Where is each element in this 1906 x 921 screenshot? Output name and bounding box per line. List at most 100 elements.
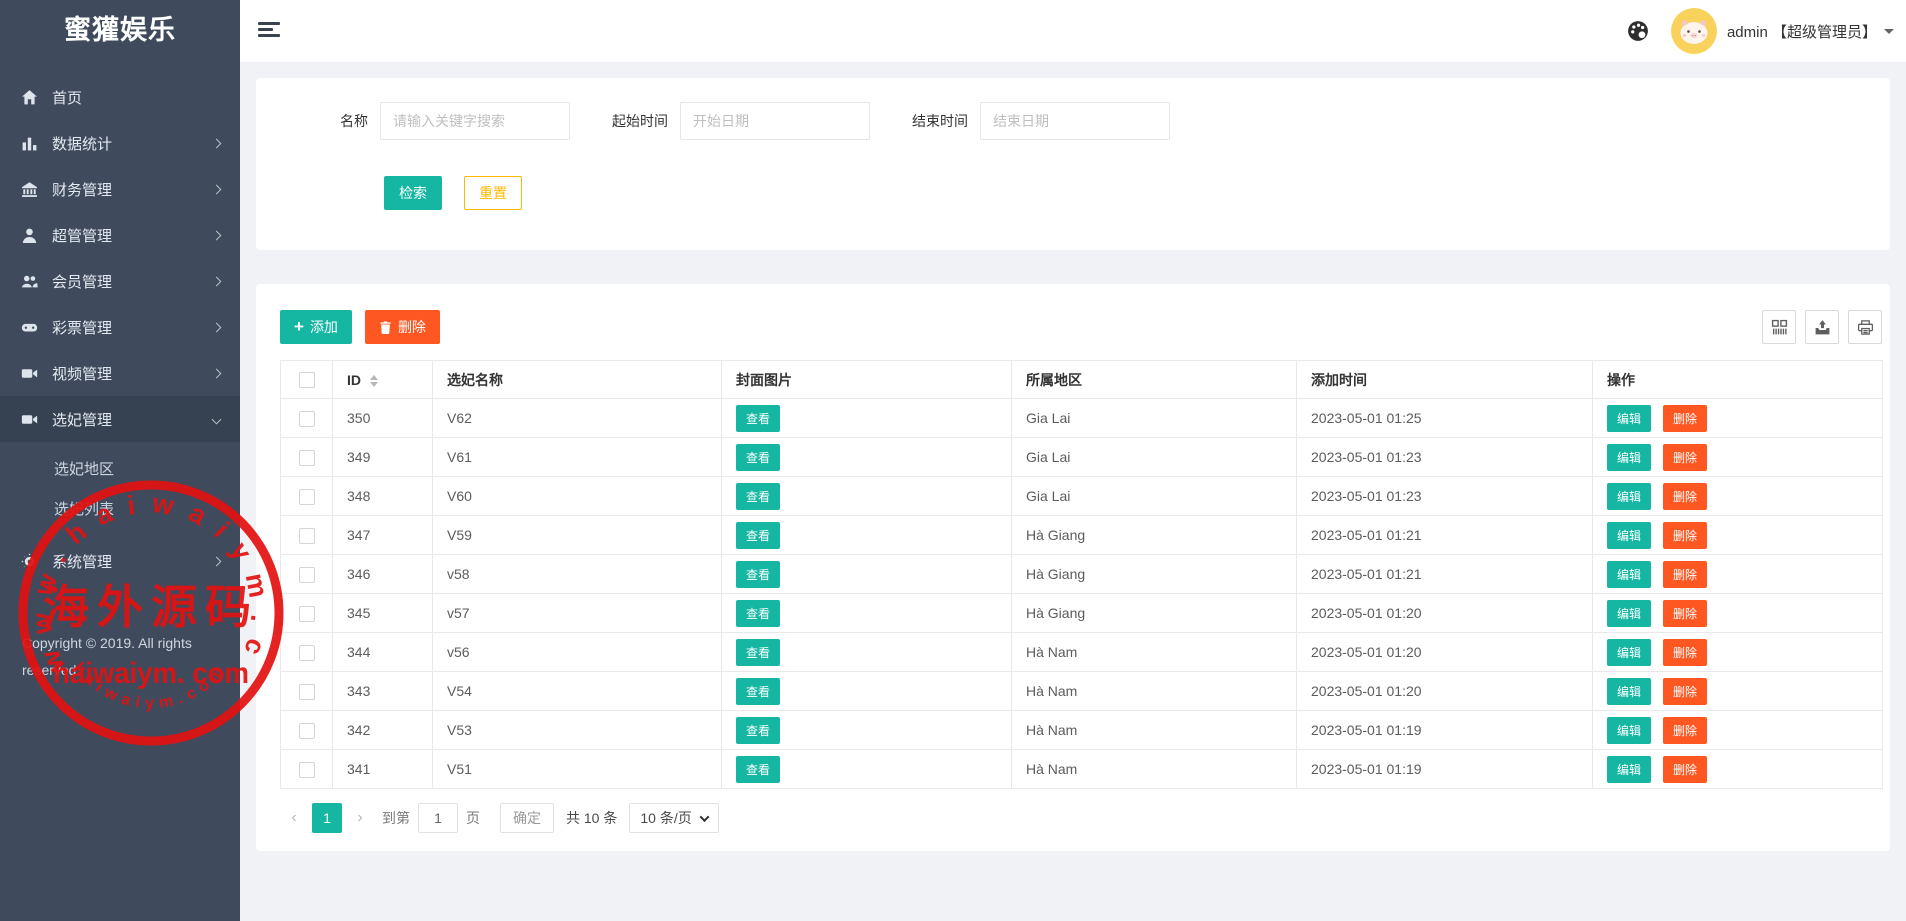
search-button[interactable]: 检索 (384, 176, 442, 210)
edit-button[interactable]: 编辑 (1607, 444, 1651, 471)
row-checkbox[interactable] (299, 489, 315, 505)
delete-button[interactable]: 删除 (1663, 561, 1707, 588)
view-button[interactable]: 查看 (736, 639, 780, 666)
edit-button[interactable]: 编辑 (1607, 561, 1651, 588)
users-icon (20, 272, 38, 290)
delete-button[interactable]: 删除 (1663, 756, 1707, 783)
column-header-id: ID (347, 372, 361, 388)
xuanfei-submenu: 选妃地区 选妃列表 (0, 442, 240, 538)
user-icon (20, 226, 38, 244)
hamburger-menu-icon[interactable] (258, 22, 282, 40)
table-row: 348 V60 查看 Gia Lai 2023-05-01 01:23 编辑删除 (281, 477, 1883, 516)
sidebar-item-home[interactable]: 首页 (0, 74, 240, 120)
print-button[interactable] (1848, 310, 1882, 344)
row-checkbox[interactable] (299, 645, 315, 661)
delete-button[interactable]: 删除 (1663, 717, 1707, 744)
chevron-right-icon (212, 368, 222, 378)
delete-button[interactable]: 删除 (1663, 678, 1707, 705)
view-button[interactable]: 查看 (736, 561, 780, 588)
sidebar-item-system[interactable]: 系统管理 (0, 538, 240, 584)
table-row: 349 V61 查看 Gia Lai 2023-05-01 01:23 编辑删除 (281, 438, 1883, 477)
view-button[interactable]: 查看 (736, 483, 780, 510)
row-checkbox[interactable] (299, 411, 315, 427)
export-button[interactable] (1805, 310, 1839, 344)
edit-button[interactable]: 编辑 (1607, 678, 1651, 705)
copyright: Copyright © 2019. All rights reserved. (0, 630, 240, 684)
edit-button[interactable]: 编辑 (1607, 717, 1651, 744)
end-date-input[interactable] (980, 102, 1170, 140)
plus-icon: + (294, 317, 304, 337)
reset-button[interactable]: 重置 (464, 176, 522, 210)
row-checkbox[interactable] (299, 528, 315, 544)
delete-button[interactable]: 删除 (1663, 444, 1707, 471)
row-checkbox[interactable] (299, 762, 315, 778)
view-button[interactable]: 查看 (736, 678, 780, 705)
table-row: 342 V53 查看 Hà Nam 2023-05-01 01:19 编辑删除 (281, 711, 1883, 750)
chevron-right-icon (212, 276, 222, 286)
delete-button[interactable]: 删除 (1663, 483, 1707, 510)
sidebar-item-superadmin[interactable]: 超管管理 (0, 212, 240, 258)
table-row: 344 v56 查看 Hà Nam 2023-05-01 01:20 编辑删除 (281, 633, 1883, 672)
top-header: admin 【超级管理员】 (240, 0, 1906, 62)
sidebar-subitem-region[interactable]: 选妃地区 (0, 450, 240, 490)
start-date-input[interactable] (680, 102, 870, 140)
delete-button[interactable]: 删除 (1663, 639, 1707, 666)
column-header-region: 所属地区 (1012, 361, 1297, 399)
data-table: ID 选妃名称 封面图片 所属地区 添加时间 操作 350 V62 查看 Gia… (280, 360, 1883, 789)
chevron-right-icon (212, 184, 222, 194)
edit-button[interactable]: 编辑 (1607, 639, 1651, 666)
edit-button[interactable]: 编辑 (1607, 600, 1651, 627)
theme-palette-icon[interactable] (1627, 20, 1649, 42)
column-header-cover: 封面图片 (722, 361, 1012, 399)
goto-label: 到第 (382, 808, 410, 828)
row-checkbox[interactable] (299, 684, 315, 700)
end-time-label: 结束时间 (912, 111, 968, 131)
table-row: 350 V62 查看 Gia Lai 2023-05-01 01:25 编辑删除 (281, 399, 1883, 438)
view-button[interactable]: 查看 (736, 522, 780, 549)
view-button[interactable]: 查看 (736, 405, 780, 432)
sidebar-item-statistics[interactable]: 数据统计 (0, 120, 240, 166)
table-row: 346 v58 查看 Hà Giang 2023-05-01 01:21 编辑删… (281, 555, 1883, 594)
sidebar-subitem-list[interactable]: 选妃列表 (0, 490, 240, 530)
edit-button[interactable]: 编辑 (1607, 405, 1651, 432)
sidebar-item-lottery[interactable]: 彩票管理 (0, 304, 240, 350)
sidebar: 蜜獾娱乐 首页 数据统计 财务管理 超管管理 (0, 0, 240, 921)
name-search-input[interactable] (380, 102, 570, 140)
page-size-select[interactable]: 10 条/页 (629, 803, 718, 833)
next-page-arrow-icon[interactable]: › (346, 803, 374, 833)
sidebar-item-video[interactable]: 视频管理 (0, 350, 240, 396)
row-checkbox[interactable] (299, 450, 315, 466)
sort-icon[interactable] (370, 375, 378, 387)
edit-button[interactable]: 编辑 (1607, 756, 1651, 783)
delete-button[interactable]: 删除 (1663, 600, 1707, 627)
caret-down-icon (1884, 29, 1894, 34)
main-content: 名称 起始时间 结束时间 检索 重置 + 添加 删除 (240, 62, 1906, 921)
row-checkbox[interactable] (299, 606, 315, 622)
total-count-label: 共 10 条 (566, 808, 617, 828)
current-page-button[interactable]: 1 (312, 803, 342, 833)
view-button[interactable]: 查看 (736, 444, 780, 471)
sidebar-item-xuanfei[interactable]: 选妃管理 (0, 396, 240, 442)
admin-dropdown[interactable]: admin 【超级管理员】 (1671, 8, 1894, 54)
delete-button[interactable]: 删除 (1663, 522, 1707, 549)
page-number-input[interactable] (418, 803, 458, 833)
filter-panel: 名称 起始时间 结束时间 检索 重置 (256, 78, 1890, 250)
video-icon (20, 364, 38, 382)
add-button[interactable]: + 添加 (280, 310, 352, 344)
delete-selected-button[interactable]: 删除 (365, 310, 440, 344)
select-all-checkbox[interactable] (299, 372, 315, 388)
row-checkbox[interactable] (299, 723, 315, 739)
sidebar-item-members[interactable]: 会员管理 (0, 258, 240, 304)
edit-button[interactable]: 编辑 (1607, 522, 1651, 549)
delete-button[interactable]: 删除 (1663, 405, 1707, 432)
table-row: 341 V51 查看 Hà Nam 2023-05-01 01:19 编辑删除 (281, 750, 1883, 789)
prev-page-arrow-icon[interactable]: ‹ (280, 803, 308, 833)
view-button[interactable]: 查看 (736, 600, 780, 627)
sidebar-item-finance[interactable]: 财务管理 (0, 166, 240, 212)
confirm-page-button[interactable]: 确定 (500, 803, 554, 833)
view-button[interactable]: 查看 (736, 756, 780, 783)
columns-filter-button[interactable] (1762, 310, 1796, 344)
view-button[interactable]: 查看 (736, 717, 780, 744)
row-checkbox[interactable] (299, 567, 315, 583)
edit-button[interactable]: 编辑 (1607, 483, 1651, 510)
